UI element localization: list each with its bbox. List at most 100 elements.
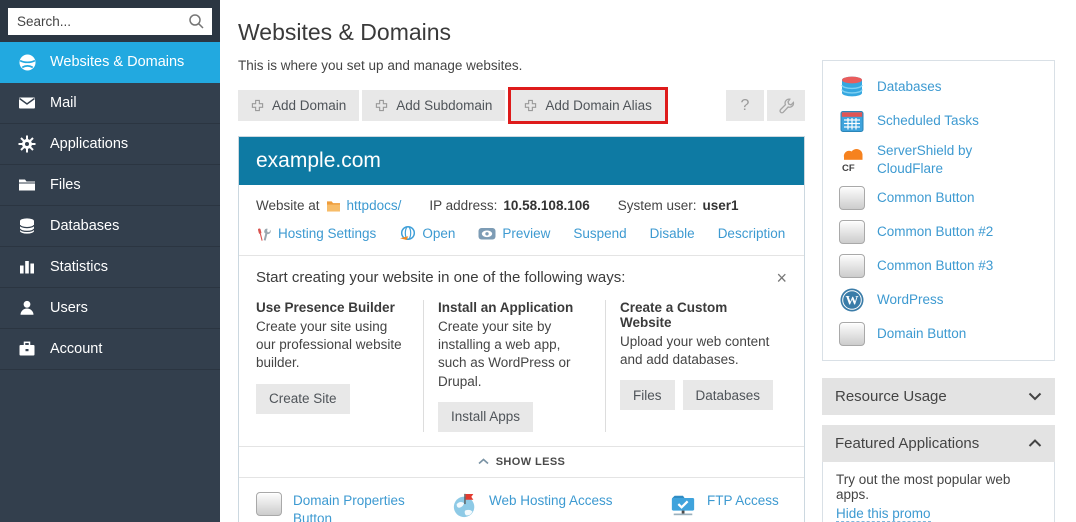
plesk-panel: Websites & Domains Mail Applications Fil… bbox=[0, 0, 1076, 522]
gray-button-icon bbox=[839, 220, 865, 244]
domain-tools-row: Domain Properties Button Additional comm… bbox=[239, 477, 804, 522]
domain-card: example.com Website at httpdocs/ IP addr… bbox=[238, 136, 805, 522]
add-domain-button[interactable]: Add Domain bbox=[238, 90, 359, 121]
sidebar-item-applications[interactable]: Applications bbox=[0, 124, 220, 165]
ip-value: 10.58.108.106 bbox=[503, 198, 589, 213]
gray-button-icon bbox=[839, 254, 865, 278]
right-tool-wordpress[interactable]: W WordPress bbox=[823, 283, 1054, 317]
right-tool-domain-button[interactable]: Domain Button bbox=[823, 317, 1054, 351]
orange-folder-icon bbox=[326, 199, 341, 212]
globe-flag-icon bbox=[452, 492, 478, 518]
show-less-toggle[interactable]: SHOW LESS bbox=[239, 446, 804, 477]
files-button[interactable]: Files bbox=[620, 380, 675, 410]
databases-button[interactable]: Databases bbox=[683, 380, 774, 410]
httpdocs-link[interactable]: httpdocs/ bbox=[347, 198, 402, 213]
help-button[interactable]: ? bbox=[726, 90, 764, 121]
add-subdomain-button[interactable]: Add Subdomain bbox=[362, 90, 505, 121]
sidebar-item-mail[interactable]: Mail bbox=[0, 83, 220, 124]
suspend-link[interactable]: Suspend bbox=[573, 226, 626, 241]
tools-icon bbox=[256, 226, 272, 242]
preview-eye-icon bbox=[478, 226, 496, 241]
sidebar-item-websites-domains[interactable]: Websites & Domains bbox=[0, 42, 220, 83]
sidebar-item-statistics[interactable]: Statistics bbox=[0, 247, 220, 288]
ftp-access-link[interactable]: FTP Access bbox=[707, 492, 779, 510]
preview-link[interactable]: Preview bbox=[502, 226, 550, 241]
open-link[interactable]: Open bbox=[422, 226, 455, 241]
promo-column-heading: Use Presence Builder bbox=[256, 300, 410, 315]
hosting-settings-link[interactable]: Hosting Settings bbox=[278, 226, 376, 241]
right-tool-label[interactable]: Domain Button bbox=[877, 325, 966, 343]
gear-icon bbox=[17, 135, 37, 153]
domain-properties-tool[interactable]: Domain Properties Button Additional comm… bbox=[256, 492, 452, 522]
bar-chart-icon bbox=[17, 258, 37, 276]
disable-link[interactable]: Disable bbox=[650, 226, 695, 241]
sidebar-item-databases[interactable]: Databases bbox=[0, 206, 220, 247]
featured-applications-body: Try out the most popular web apps. Hide … bbox=[822, 462, 1055, 522]
plus-icon bbox=[524, 99, 537, 112]
website-at-label: Website at bbox=[256, 198, 320, 213]
search-icon[interactable] bbox=[188, 13, 205, 35]
right-tool-label[interactable]: WordPress bbox=[877, 291, 944, 309]
web-hosting-access-tool[interactable]: Web Hosting Access bbox=[452, 492, 670, 522]
right-tool-label[interactable]: Common Button #3 bbox=[877, 257, 993, 275]
chevron-up-icon bbox=[1028, 439, 1042, 448]
gray-button-icon bbox=[256, 492, 282, 516]
toolbar-help-group: ? bbox=[726, 90, 805, 121]
right-tool-label[interactable]: Common Button bbox=[877, 189, 975, 207]
hide-promo-link[interactable]: Hide this promo bbox=[836, 506, 931, 522]
sidebar-item-label: Account bbox=[50, 341, 102, 357]
sidebar: Websites & Domains Mail Applications Fil… bbox=[0, 0, 220, 522]
globe-icon bbox=[17, 53, 37, 71]
page-subtitle: This is where you set up and manage webs… bbox=[238, 58, 805, 73]
promo-column-custom-website: Create a Custom Website Upload your web … bbox=[605, 300, 787, 432]
web-hosting-access-link[interactable]: Web Hosting Access bbox=[489, 492, 613, 510]
search-input[interactable] bbox=[8, 8, 212, 35]
ftp-access-tool[interactable]: FTP Access bbox=[670, 492, 787, 522]
promo-column-heading: Install an Application bbox=[438, 300, 592, 315]
right-tool-label[interactable]: Databases bbox=[877, 78, 942, 96]
right-tool-label[interactable]: ServerShield by CloudFlare bbox=[877, 142, 1038, 177]
right-tool-common-button-2[interactable]: Common Button #2 bbox=[823, 215, 1054, 249]
gray-button-icon bbox=[839, 186, 865, 210]
featured-applications-header[interactable]: Featured Applications bbox=[822, 425, 1055, 462]
open-globe-icon bbox=[399, 225, 416, 242]
sidebar-item-label: Websites & Domains bbox=[50, 54, 184, 70]
toolbar: Add Domain Add Subdomain Add Domain Alia… bbox=[238, 87, 805, 124]
database-icon bbox=[17, 217, 37, 235]
settings-wrench-button[interactable] bbox=[767, 90, 805, 121]
chevron-down-icon bbox=[1028, 392, 1042, 401]
featured-apps-text: Try out the most popular web apps. bbox=[836, 472, 1041, 502]
right-tool-servershield[interactable]: CF ServerShield by CloudFlare bbox=[823, 138, 1054, 181]
install-apps-button[interactable]: Install Apps bbox=[438, 402, 533, 432]
sidebar-item-users[interactable]: Users bbox=[0, 288, 220, 329]
user-icon bbox=[17, 299, 37, 317]
description-link[interactable]: Description bbox=[718, 226, 786, 241]
sidebar-search-band bbox=[0, 0, 220, 42]
right-tool-databases[interactable]: Databases bbox=[823, 70, 1054, 104]
chevron-up-icon bbox=[478, 458, 489, 465]
wrench-icon bbox=[778, 97, 795, 114]
create-site-button[interactable]: Create Site bbox=[256, 384, 350, 414]
domain-actions-row: Hosting Settings Open Preview Suspend Di… bbox=[239, 216, 804, 255]
promo-column-install-app: Install an Application Create your site … bbox=[423, 300, 605, 432]
close-icon[interactable]: × bbox=[776, 269, 787, 287]
right-tool-common-button[interactable]: Common Button bbox=[823, 181, 1054, 215]
right-tool-label[interactable]: Common Button #2 bbox=[877, 223, 993, 241]
sidebar-item-label: Databases bbox=[50, 218, 119, 234]
ip-label: IP address: bbox=[429, 198, 497, 213]
sidebar-item-account[interactable]: Account bbox=[0, 329, 220, 370]
cloudflare-icon: CF bbox=[839, 147, 865, 173]
right-tool-common-button-3[interactable]: Common Button #3 bbox=[823, 249, 1054, 283]
resource-usage-header[interactable]: Resource Usage bbox=[822, 378, 1055, 415]
add-domain-alias-button[interactable]: Add Domain Alias bbox=[511, 90, 665, 121]
red-highlight-box: Add Domain Alias bbox=[508, 87, 668, 124]
page-title: Websites & Domains bbox=[238, 19, 805, 46]
resource-usage-title: Resource Usage bbox=[835, 388, 947, 405]
sidebar-item-files[interactable]: Files bbox=[0, 165, 220, 206]
right-tool-scheduled-tasks[interactable]: Scheduled Tasks bbox=[823, 104, 1054, 138]
right-tool-label[interactable]: Scheduled Tasks bbox=[877, 112, 979, 130]
domain-properties-link[interactable]: Domain Properties Button bbox=[293, 492, 421, 522]
show-less-label: SHOW LESS bbox=[496, 456, 566, 468]
promo-column-heading: Create a Custom Website bbox=[620, 300, 774, 330]
right-panel: Databases Scheduled Tasks CF ServerShiel… bbox=[822, 60, 1055, 522]
